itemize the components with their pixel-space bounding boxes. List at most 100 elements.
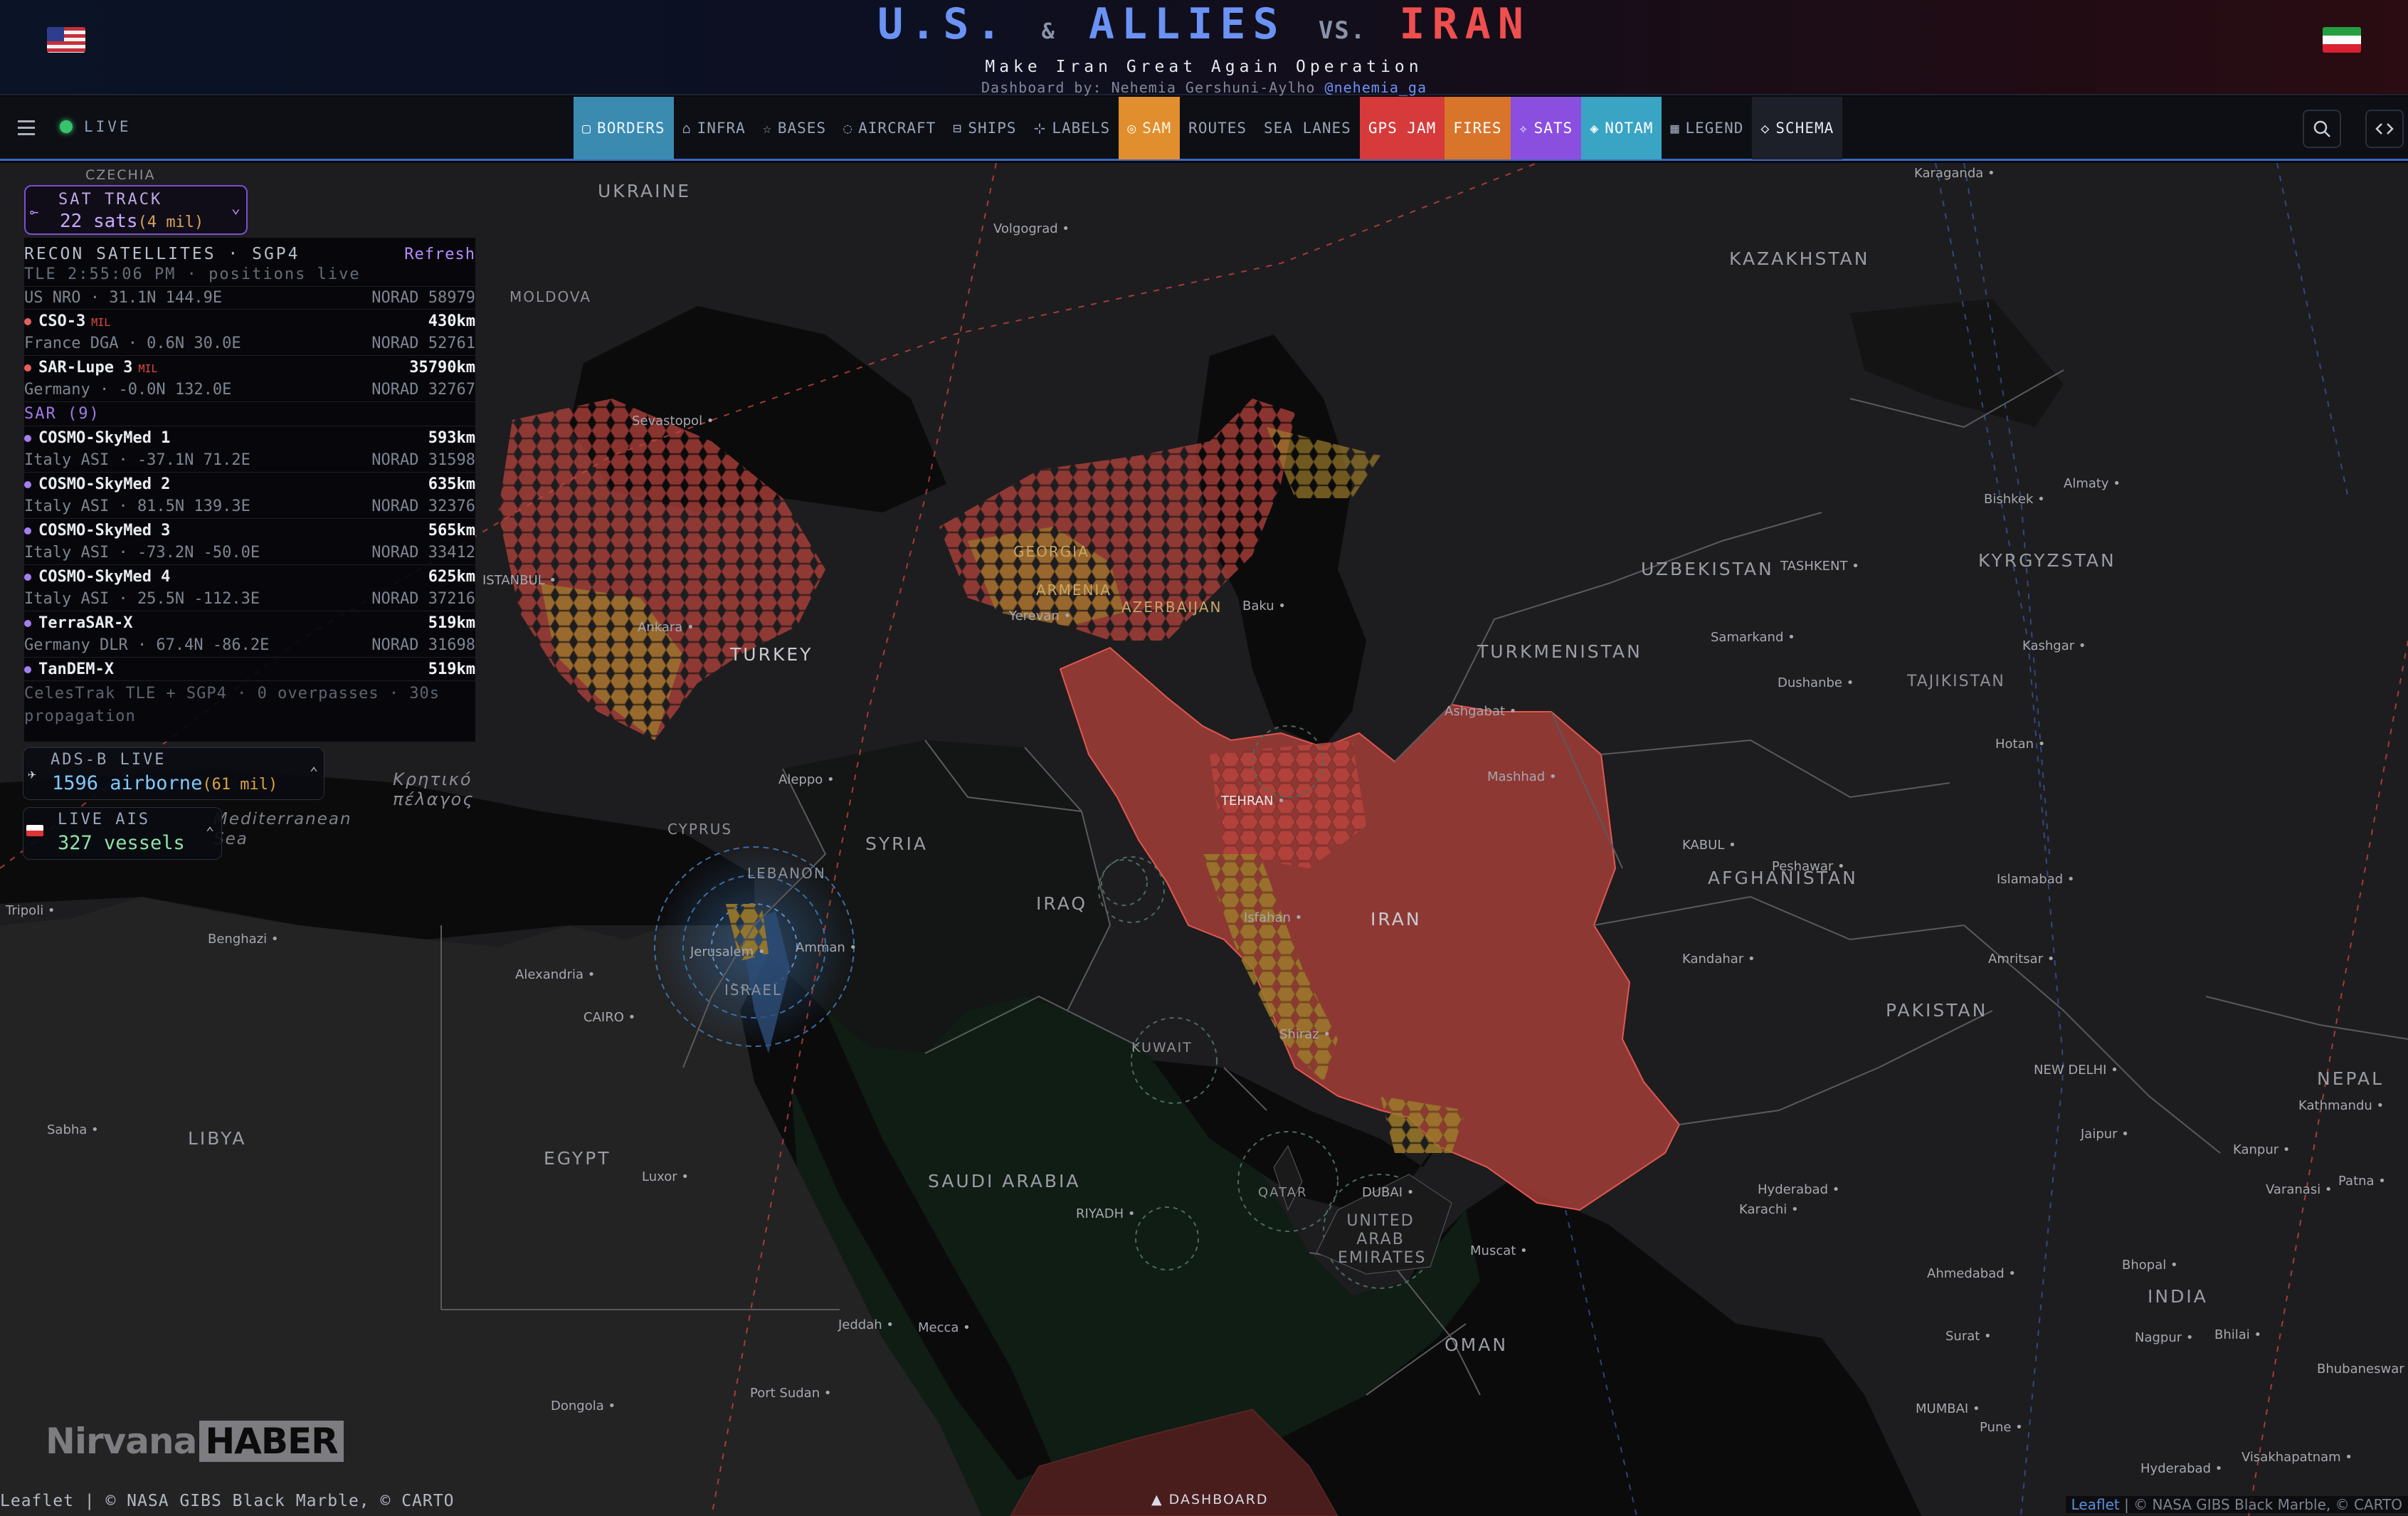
sat-row-cosmo-3[interactable]: COSMO-SkyMed 3 565km — [24, 518, 475, 542]
map-attribution-left[interactable]: Leaflet | © NASA GIBS Black Marble, © CA… — [0, 1492, 454, 1510]
tab-legend[interactable]: ▦ LEGEND — [1662, 97, 1752, 159]
city-alexandria: Alexandria — [515, 967, 595, 982]
city-riyadh: RIYADH — [1076, 1206, 1135, 1221]
label-azerbaijan: AZERBAIJAN — [1121, 599, 1223, 616]
sat-altitude: 625km — [428, 568, 475, 586]
tab-sam[interactable]: ◎ SAM — [1119, 97, 1181, 159]
label-egypt: EGYPT — [544, 1148, 611, 1169]
leaflet-link[interactable]: Leaflet — [2071, 1496, 2120, 1513]
city-bishkek: Bishkek — [1984, 492, 2045, 507]
subtitle: Make Iran Great Again Operation — [985, 58, 1423, 76]
label-iraq: IRAQ — [1036, 893, 1088, 914]
tab-fires[interactable]: FIRES — [1445, 97, 1511, 159]
tab-ships[interactable]: ⊟ SHIPS — [944, 97, 1025, 159]
dashboard-button[interactable]: ▲ DASHBOARD — [1151, 1492, 1268, 1507]
city-ankara: Ankara — [638, 620, 695, 635]
tab-gps-jam[interactable]: GPS JAM — [1359, 97, 1445, 159]
sat-row-tandem-x[interactable]: TanDEM-X 519km — [24, 657, 475, 680]
tab-notam[interactable]: ◈ NOTAM — [1581, 97, 1662, 159]
city-kathmandu: Kathmandu — [2298, 1098, 2384, 1113]
refresh-button[interactable]: Refresh — [404, 246, 475, 263]
sat-row-cso3[interactable]: CSO-3 MIL 430km — [24, 309, 475, 332]
tab-bases[interactable]: ☆ BASES — [754, 97, 835, 159]
labels-icon: ⊹ — [1033, 120, 1047, 137]
label-uae: UNITED ARAB EMIRATES — [1338, 1212, 1427, 1267]
city-sabha: Sabha — [47, 1122, 99, 1137]
label-turkmenistan: TURKMENISTAN — [1477, 641, 1642, 662]
live-indicator: LIVE — [60, 118, 132, 135]
mil-badge: MIL — [91, 316, 111, 329]
city-sevastopol: Sevastopol — [632, 414, 714, 428]
chevron-up-icon: ⌃ — [205, 823, 214, 841]
city-volgograd: Volgograd — [993, 221, 1070, 236]
sat-row-cosmo-2[interactable]: COSMO-SkyMed 2 635km — [24, 472, 475, 495]
byline-handle[interactable]: @nehemia_ga — [1325, 79, 1427, 96]
sat-detail: France DGA · 0.6N 30.0E — [24, 335, 241, 352]
city-jeddah: Jeddah — [838, 1317, 894, 1332]
tab-sam-label: SAM — [1142, 120, 1172, 137]
sam-icon: ◎ — [1127, 120, 1137, 137]
tab-legend-label: LEGEND — [1685, 120, 1744, 137]
tab-labels[interactable]: ⊹ LABELS — [1025, 97, 1119, 159]
label-syria: SYRIA — [865, 833, 928, 854]
city-yerevan: Yerevan — [1009, 609, 1071, 623]
label-cretan-sea: Κρητικό πέλαγος — [393, 769, 475, 809]
sat-altitude: 565km — [428, 522, 475, 539]
tab-sats[interactable]: ✧ SATS — [1510, 97, 1582, 159]
vessel-count: 327 vessels — [58, 832, 185, 854]
label-libya: LIBYA — [188, 1128, 247, 1149]
tab-borders[interactable]: ▢ BORDERS — [574, 97, 674, 159]
sat-track-toggle[interactable]: ⟜ SAT TRACK 22 sats(4 mil) ⌄ — [24, 185, 248, 235]
city-benghazi: Benghazi — [208, 932, 279, 947]
city-isfahan: Isfahan — [1244, 910, 1302, 925]
sat-name: TerraSAR-X — [38, 614, 133, 632]
mil-badge: MIL — [138, 362, 158, 375]
city-muscat: Muscat — [1470, 1243, 1528, 1258]
byline-author: Dashboard by: Nehemia Gershuni-Aylho — [981, 79, 1316, 96]
city-kandahar: Kandahar — [1682, 952, 1755, 967]
sat-row-terrasar-x[interactable]: TerraSAR-X 519km — [24, 611, 475, 634]
city-islamabad: Islamabad — [1997, 872, 2075, 887]
tab-routes[interactable]: ROUTES — [1180, 97, 1255, 159]
live-ais-toggle[interactable]: LIVE AIS 327 vessels ⌃ — [23, 807, 222, 860]
adsb-live-toggle[interactable]: ✈ ADS-B LIVE 1596 airborne(61 mil) ⌃ — [23, 747, 324, 800]
list-item: Italy ASI · 25.5N -112.3E NORAD 37216 — [24, 588, 475, 611]
title-iran: IRAN — [1399, 0, 1531, 49]
layers-icon: ◈ — [1590, 120, 1600, 137]
sat-row-sar-lupe-3[interactable]: SAR-Lupe 3 MIL 35790km — [24, 355, 475, 379]
tab-aircraft[interactable]: ◌ AIRCRAFT — [835, 97, 944, 159]
city-jerusalem: Jerusalem — [690, 944, 766, 959]
layer-tabs: ▢ BORDERS ⌂ INFRA ☆ BASES ◌ AIRCRAFT ⊟ SHIPS … — [574, 97, 1843, 159]
city-mecca: Mecca — [918, 1320, 971, 1335]
sat-norad: NORAD 31698 — [371, 636, 475, 654]
adsb-label: ADS-B LIVE — [51, 751, 167, 769]
tab-sats-label: SATS — [1533, 120, 1573, 137]
city-bhopal: Bhopal — [2122, 1258, 2178, 1273]
search-icon[interactable] — [2303, 110, 2341, 148]
label-med-sea: Mediterranean Sea — [213, 810, 352, 848]
sat-count: 22 sats — [60, 211, 138, 232]
sat-row-cosmo-4[interactable]: COSMO-SkyMed 4 625km — [24, 564, 475, 588]
sat-name: COSMO-SkyMed 1 — [38, 429, 171, 447]
label-india: INDIA — [2148, 1286, 2208, 1307]
city-shiraz: Shiraz — [1279, 1027, 1331, 1042]
list-item: Italy ASI · -73.2N -50.0E NORAD 33412 — [24, 542, 475, 564]
tab-gps-jam-label: GPS JAM — [1368, 120, 1437, 137]
label-uzbekistan: UZBEKISTAN — [1641, 559, 1774, 579]
code-icon[interactable] — [2365, 110, 2404, 148]
tab-schema[interactable]: ◇ SCHEMA — [1752, 97, 1843, 159]
title-us: U.S. — [877, 0, 1009, 49]
tab-fires-label: FIRES — [1453, 120, 1502, 137]
label-israel: ISRAEL — [724, 981, 783, 999]
city-hyderabad-in: Hyderabad — [2140, 1461, 2222, 1476]
city-pune: Pune — [1980, 1420, 2023, 1435]
nirvana-haber-logo: Nirvana HABER — [46, 1421, 344, 1462]
tab-sea-lanes[interactable]: SEA LANES — [1255, 97, 1360, 159]
sat-name: COSMO-SkyMed 4 — [38, 568, 171, 586]
tab-infra[interactable]: ⌂ INFRA — [674, 97, 754, 159]
hamburger-menu-icon[interactable] — [10, 111, 43, 144]
sat-altitude: 635km — [428, 475, 475, 493]
sat-row-cosmo-1[interactable]: COSMO-SkyMed 1 593km — [24, 426, 475, 449]
city-bhubaneswar: Bhubaneswar — [2317, 1362, 2408, 1376]
city-visakhapatnam: Visakhapatnam — [2241, 1450, 2352, 1465]
